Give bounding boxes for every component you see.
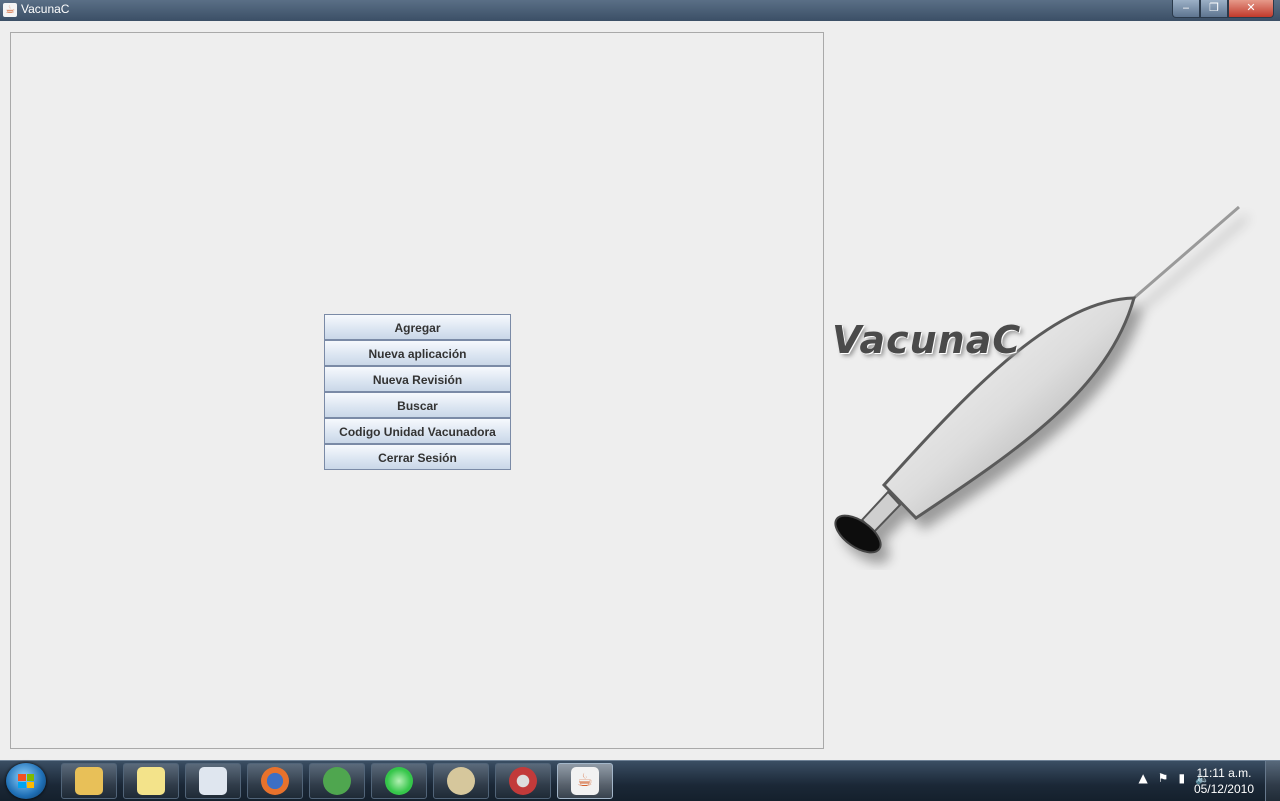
java-app-icon: ☕: [3, 3, 17, 17]
window-title: VacunaC: [21, 2, 70, 16]
close-button[interactable]: ✕: [1228, 0, 1274, 18]
taskbar-item-sticky-notes[interactable]: [123, 763, 179, 799]
firefox-icon: [261, 767, 289, 795]
paint-icon: [447, 767, 475, 795]
menu-buttons: Agregar Nueva aplicación Nueva Revisión …: [324, 314, 511, 470]
taskbar-item-explorer[interactable]: [61, 763, 117, 799]
taskbar-item-paint[interactable]: [433, 763, 489, 799]
taskbar-item-green-app[interactable]: [371, 763, 427, 799]
green-app-icon: [385, 767, 413, 795]
logo-text: VacunaC: [832, 318, 1022, 362]
taskbar-item-firefox[interactable]: [247, 763, 303, 799]
security-icon: [509, 767, 537, 795]
battery-icon[interactable]: ▮: [1178, 771, 1185, 785]
agregar-button[interactable]: Agregar: [324, 314, 511, 340]
taskbar-item-odf[interactable]: [185, 763, 241, 799]
clock[interactable]: 11:11 a.m. 05/12/2010: [1194, 765, 1254, 797]
taskbar: ☕ ▲ ⚑ ▮ 🔈 11:11 a.m. 05/12/2010: [0, 760, 1280, 801]
title-bar: ☕ VacunaC ‒ ❐ ✕: [0, 0, 1280, 21]
syringe-icon: [834, 205, 1240, 554]
java-icon: ☕: [571, 767, 599, 795]
minimize-button[interactable]: ‒: [1172, 0, 1200, 18]
taskbar-item-security[interactable]: [495, 763, 551, 799]
odf-document-icon: [199, 767, 227, 795]
windows-logo-icon: [18, 774, 34, 788]
cerrar-sesion-button[interactable]: Cerrar Sesión: [324, 444, 511, 470]
clock-time: 11:11 a.m.: [1196, 766, 1252, 780]
window-controls: ‒ ❐ ✕: [1172, 0, 1274, 18]
sticky-notes-icon: [137, 767, 165, 795]
show-hidden-icons-icon[interactable]: ▲: [1138, 771, 1147, 785]
main-panel: Agregar Nueva aplicación Nueva Revisión …: [10, 32, 824, 749]
windows-explorer-icon: [75, 767, 103, 795]
taskbar-item-java[interactable]: ☕: [557, 763, 613, 799]
buscar-button[interactable]: Buscar: [324, 392, 511, 418]
nueva-aplicacion-button[interactable]: Nueva aplicación: [324, 340, 511, 366]
codigo-unidad-vacunadora-button[interactable]: Codigo Unidad Vacunadora: [324, 418, 511, 444]
taskbar-item-messenger[interactable]: [309, 763, 365, 799]
show-desktop-button[interactable]: [1265, 761, 1280, 801]
action-center-flag-icon[interactable]: ⚑: [1158, 771, 1169, 785]
clock-date: 05/12/2010: [1193, 782, 1254, 796]
maximize-button[interactable]: ❐: [1200, 0, 1228, 18]
messenger-icon: [323, 767, 351, 795]
logo: VacunaC: [828, 200, 1268, 570]
start-button[interactable]: [6, 763, 46, 799]
nueva-revision-button[interactable]: Nueva Revisión: [324, 366, 511, 392]
